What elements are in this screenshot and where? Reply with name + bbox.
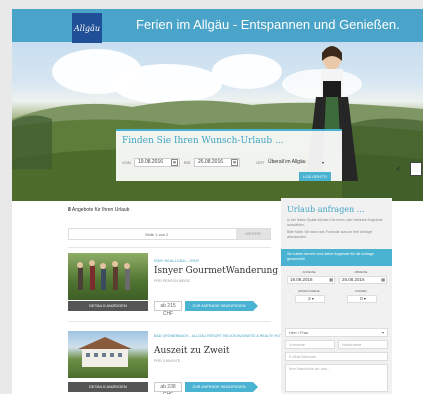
arrow-right-icon [253, 382, 258, 392]
message-textarea[interactable]: Ihre Nachricht an uns... [285, 364, 388, 392]
adults-select[interactable]: 2 ▾ [295, 295, 325, 303]
chevron-down-icon: ▾ [321, 160, 324, 165]
from-label: VON [122, 160, 131, 165]
children-value: 0 [360, 296, 363, 301]
to-date-value: 26.08.2016 [198, 159, 224, 165]
next-page-button[interactable]: WEITER [236, 229, 270, 239]
location-label: ORT [256, 160, 265, 165]
page-indicator: Seite 1 von 2 [145, 232, 169, 237]
hikers-image [77, 260, 130, 290]
firstname-input[interactable]: Vorname [285, 340, 335, 349]
location-select[interactable]: Überall im Allgäu ▾ [266, 158, 326, 167]
inquiry-notice: Sie haben derzeit noch keine Angebote fü… [281, 249, 392, 266]
salutation-value: Herr / Frau [289, 330, 309, 335]
page-title: Ferien im Allgäu - Entspannen und Genieß… [136, 17, 400, 32]
calendar-icon[interactable]: ▦ [231, 159, 238, 166]
departure-label: ABREISE [354, 270, 368, 274]
search-box: Finden Sie Ihren Wunsch-Urlaub ... VON 1… [116, 129, 342, 181]
hotel-image [78, 337, 132, 367]
search-title: Finden Sie Ihren Wunsch-Urlaub ... [122, 136, 284, 146]
arrival-label: ANREISE [302, 270, 316, 274]
offer-image[interactable] [68, 331, 148, 378]
from-date-value: 19.08.2016 [138, 159, 164, 165]
details-button[interactable]: DETAILS ANZEIGEN [68, 301, 148, 311]
offer-subtitle: FREI PERSON WEISE [154, 279, 190, 283]
details-button[interactable]: DETAILS ANZEIGEN [68, 382, 148, 392]
from-date-input[interactable]: 19.08.2016 ▦ [134, 158, 180, 167]
share-icon[interactable]: < [396, 164, 406, 174]
departure-date-input[interactable]: 26.08.2016 ▦ [339, 276, 387, 284]
offer-image[interactable] [68, 253, 148, 300]
offer-location: BAD GRÖNENBACH – ALLGÄU RESORT HELIOS BU… [154, 334, 287, 338]
add-to-inquiry-button[interactable]: ZUR ANFRAGE HINZUFÜGEN [185, 301, 253, 311]
offers-count: 8 [68, 207, 71, 213]
calendar-icon[interactable]: ▦ [171, 159, 178, 166]
arrow-right-icon [253, 301, 258, 311]
divider [68, 247, 271, 248]
lastname-input[interactable]: Nachname [338, 340, 388, 349]
offers-heading: 8 Angebote für Ihren Urlaub [68, 207, 129, 213]
offer-price: ab 238 CHF [154, 382, 182, 394]
to-label: BIS [184, 160, 191, 165]
chevron-down-icon: ▾ [311, 296, 314, 301]
to-date-input[interactable]: 26.08.2016 ▦ [194, 158, 240, 167]
departure-date-value: 26.08.2016 [342, 277, 365, 282]
adults-value: 2 [308, 296, 311, 301]
offers-heading-text: Angebote für Ihren Urlaub [71, 207, 130, 213]
arrival-date-value: 19.08.2016 [290, 277, 313, 282]
page: Allgäu Ferien im Allgäu - Entspannen und… [12, 9, 423, 394]
adults-label: ERWACHSENE [298, 289, 320, 293]
location-value: Überall im Allgäu [268, 159, 306, 165]
allgaeu-logo[interactable]: Allgäu [72, 13, 102, 43]
offer-title[interactable]: Auszeit zu Zweit [154, 346, 230, 356]
offer-title[interactable]: Isnyer GourmetWanderung [154, 266, 278, 276]
divider [68, 321, 271, 322]
inquiry-text-1: In der linken Spalte können Sie eines od… [287, 218, 383, 227]
calendar-icon[interactable]: ▦ [381, 277, 385, 283]
chevron-down-icon: ▾ [381, 330, 384, 335]
arrival-date-input[interactable]: 19.08.2016 ▦ [287, 276, 335, 284]
offer-subtitle: FREI 3 NÄCHTE [154, 359, 181, 363]
salutation-select[interactable]: Herr / Frau ▾ [285, 328, 388, 337]
add-to-inquiry-button[interactable]: ZUR ANFRAGE HINZUFÜGEN [185, 382, 253, 392]
email-input[interactable]: E-Mail Adresse [285, 352, 388, 361]
inquiry-sidebar: Urlaub anfragen ... In der linken Spalte… [281, 198, 392, 394]
inquiry-text-2: Bitte füllen Sie dann das Formular aus u… [287, 230, 373, 239]
inquiry-title: Urlaub anfragen ... [287, 205, 365, 214]
pagination: Seite 1 von 2 WEITER [68, 228, 271, 240]
print-icon[interactable] [410, 162, 422, 176]
children-label: KINDER [355, 289, 367, 293]
calendar-icon[interactable]: ▦ [329, 277, 333, 283]
children-select[interactable]: 0 ▾ [347, 295, 377, 303]
offer-location: ISNY IM ALLGÄU – ISNY [154, 258, 200, 263]
offer-price: ab 215 CHF [154, 301, 182, 317]
search-submit-button[interactable]: LOS GEHT'S [299, 172, 331, 181]
chevron-down-icon: ▾ [363, 296, 366, 301]
